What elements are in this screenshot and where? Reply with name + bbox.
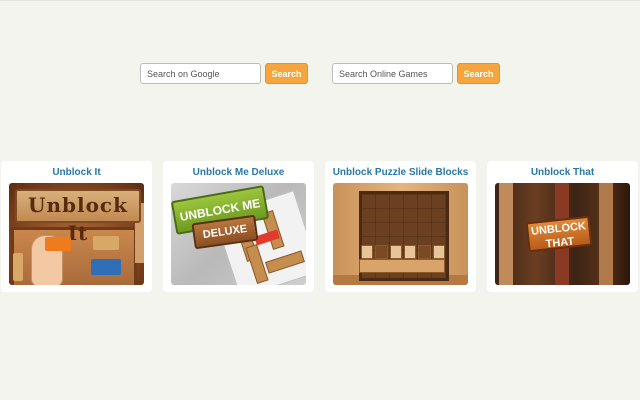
game-thumbnail[interactable]: UNBLOCK THAT	[495, 183, 630, 285]
game-card-title[interactable]: Unblock Puzzle Slide Blocks	[325, 167, 476, 178]
thumbnail-block	[389, 245, 402, 259]
game-thumbnail[interactable]: UNBLOCK ME DELUXE	[171, 183, 306, 285]
game-card-title[interactable]: Unblock It	[1, 167, 152, 178]
game-card-unblock-puzzle-slide-blocks[interactable]: Unblock Puzzle Slide Blocks	[325, 161, 476, 292]
games-search-form: Search	[332, 63, 500, 84]
top-border	[0, 0, 640, 1]
google-search-input[interactable]	[140, 63, 261, 84]
game-thumbnail[interactable]	[333, 183, 468, 285]
google-search-form: Search	[140, 63, 308, 84]
thumbnail-logo: UNBLOCK THAT	[525, 215, 593, 253]
thumbnail-logo: Unblock It	[15, 189, 141, 245]
games-search-button[interactable]: Search	[457, 63, 500, 84]
thumbnail-block	[599, 183, 613, 285]
thumbnail-block	[359, 259, 445, 273]
thumbnail-block	[499, 183, 513, 285]
thumbnail-block-row	[359, 245, 445, 259]
thumbnail-block	[13, 253, 23, 281]
game-cards: Unblock It Unblock It Unblock Me Deluxe …	[1, 161, 639, 292]
thumbnail-block	[432, 245, 445, 259]
game-card-title[interactable]: Unblock That	[487, 167, 638, 178]
game-card-unblock-that[interactable]: Unblock That UNBLOCK THAT	[487, 161, 638, 292]
games-search-input[interactable]	[332, 63, 453, 84]
thumbnail-block	[375, 245, 388, 259]
thumbnail-block	[418, 245, 431, 259]
thumbnail-block	[45, 237, 71, 251]
thumbnail-block	[93, 236, 119, 250]
game-card-title[interactable]: Unblock Me Deluxe	[163, 167, 314, 178]
game-thumbnail[interactable]: Unblock It	[9, 183, 144, 285]
game-card-unblock-it[interactable]: Unblock It Unblock It	[1, 161, 152, 292]
thumbnail-block	[361, 245, 374, 259]
thumbnail-block	[91, 259, 121, 275]
thumbnail-block	[403, 245, 417, 259]
google-search-button[interactable]: Search	[265, 63, 308, 84]
game-card-unblock-me-deluxe[interactable]: Unblock Me Deluxe UNBLOCK ME DELUXE	[163, 161, 314, 292]
